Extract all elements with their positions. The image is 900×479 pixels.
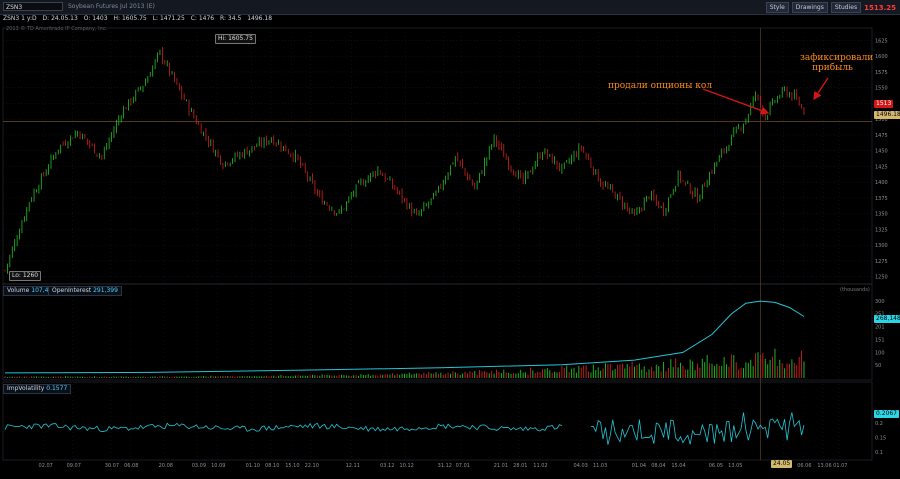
price-tick-label: 1400 (875, 180, 888, 186)
volume-tick-label: 100 (875, 350, 885, 356)
time-tick-label: 06.08 (124, 463, 138, 469)
annotation-profit-2: прибыль (812, 63, 853, 73)
price-tag-red: 1513 (874, 100, 894, 108)
time-tick-label: 08.04 (651, 463, 665, 469)
time-tick-label: 03.12 (380, 463, 394, 469)
price-tick-label: 1575 (875, 70, 888, 76)
time-tick-label: 11.02 (533, 463, 547, 469)
oi-tag: 268,148 (874, 315, 900, 323)
time-tick-label: 22.10 (305, 463, 319, 469)
iv-tick-label: 0.2 (875, 421, 883, 427)
time-tick-label: 15.04 (671, 463, 685, 469)
price-tick-label: 1300 (875, 243, 888, 249)
iv-panel (4, 412, 805, 445)
price-tick-label: 1600 (875, 54, 888, 60)
time-tick-label: 31.12 (438, 463, 452, 469)
oi-value: 291,399 (93, 287, 118, 294)
annotation-sold-calls: продали опционы кол (608, 81, 713, 91)
price-tick-label: 1350 (875, 212, 888, 218)
time-tick-label: 13.06 (817, 463, 831, 469)
iv-tag: 0.2067 (874, 410, 899, 418)
volume-tick-label: 151 (875, 337, 885, 343)
high-label: Hi: 1605.75 (215, 34, 256, 44)
time-tick-label: 01.07 (833, 463, 847, 469)
iv-label: ImpVolatility 0.1577 (3, 384, 72, 394)
time-tick-label: 01.04 (632, 463, 646, 469)
iv-tick-label: 0.15 (875, 436, 886, 442)
time-tick-label: 15.10 (285, 463, 299, 469)
time-tick-label: 20.08 (159, 463, 173, 469)
iv-title: ImpVolatility (7, 385, 45, 392)
date-tag: 24.05 (771, 460, 793, 468)
iv-value: 0.1577 (46, 385, 68, 392)
grid (2, 27, 873, 461)
price-tick-label: 1475 (875, 133, 888, 139)
volume-panel (4, 300, 805, 378)
time-tick-label: 04.03 (574, 463, 588, 469)
price-tick-label: 1325 (875, 227, 888, 233)
time-tick-label: 28.01 (513, 463, 527, 469)
time-tick-label: 06.06 (797, 463, 811, 469)
volume-tick-label: 300 (875, 299, 885, 305)
time-tick-label: 30.07 (105, 463, 119, 469)
time-tick-label: 09.07 (67, 463, 81, 469)
time-tick-label: 13.05 (728, 463, 742, 469)
time-tick-label: 10.12 (400, 463, 414, 469)
time-tick-label: 08.10 (265, 463, 279, 469)
volume-title: Volume (7, 287, 30, 294)
volume-tick-label: 201 (875, 324, 885, 330)
annotation-arrows (702, 77, 829, 115)
open-interest-line (4, 300, 805, 374)
time-tick-label: 02.07 (39, 463, 53, 469)
price-panel (3, 28, 872, 460)
time-tick-label: 11.03 (593, 463, 607, 469)
arrow-profit (813, 77, 829, 101)
panel-frame (2, 381, 873, 461)
price-tick-label: 1275 (875, 259, 888, 265)
time-tick-label: 01.10 (246, 463, 260, 469)
iv-tick-label: 0.1 (875, 450, 883, 456)
time-tick-label: 07.01 (456, 463, 470, 469)
time-tick-label: 10.09 (211, 463, 225, 469)
time-tick-label: 12.11 (346, 463, 360, 469)
arrow-sold (702, 88, 770, 115)
implied-volatility-line (4, 412, 805, 445)
volume-unit: (thousands) (840, 287, 870, 293)
price-tag-current: 1496.18 (874, 111, 900, 119)
time-tick-label: 06.05 (709, 463, 723, 469)
chart-canvas[interactable]: 1250 1275 1300 1325 1350 1375 1400 1425 1450 1475… (0, 0, 900, 479)
price-tick-label: 1450 (875, 149, 888, 155)
price-tick-label: 1375 (875, 196, 888, 202)
panel-frame (2, 27, 873, 285)
oi-label: OpenInterest 291,399 (48, 286, 122, 296)
annotation-profit-1: зафиксировали (800, 53, 874, 63)
panel-frame (2, 283, 873, 381)
low-label: Lo: 1260 (9, 271, 42, 281)
price-tick-label: 1625 (875, 38, 888, 44)
price-tick-label: 1250 (875, 275, 888, 281)
oi-title: OpenInterest (52, 287, 92, 294)
price-tick-label: 1425 (875, 164, 888, 170)
time-tick-label: 21.01 (494, 463, 508, 469)
price-tick-label: 1550 (875, 86, 888, 92)
volume-tick-label: 50 (875, 363, 881, 369)
time-tick-label: 03.09 (192, 463, 206, 469)
